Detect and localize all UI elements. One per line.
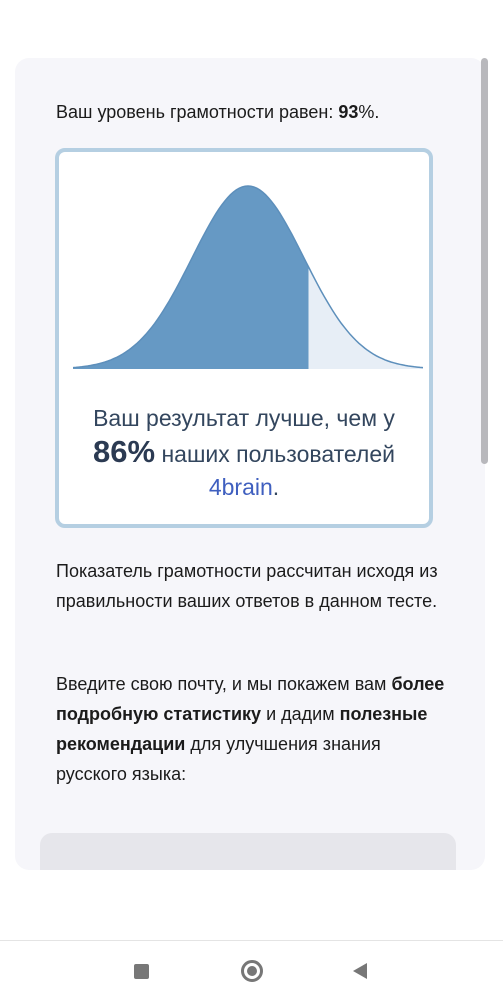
info-paragraph: Показатель грамотности рассчитан исходя … [56, 561, 438, 611]
level-suffix: %. [358, 102, 380, 122]
result-box: Ваш результат лучше, чем у 86% наших пол… [55, 148, 433, 528]
circle-icon [241, 960, 263, 982]
android-nav-bar [0, 940, 503, 1001]
result-line2: наших пользователей [155, 441, 395, 467]
scrollbar[interactable] [481, 58, 488, 464]
square-icon [133, 963, 149, 979]
email-prompt-paragraph: Введите свою почту, и мы покажем вам бол… [56, 669, 456, 789]
triangle-back-icon [353, 963, 367, 979]
back-button[interactable] [346, 957, 374, 985]
brand-link[interactable]: 4brain [209, 474, 273, 500]
home-button[interactable] [238, 957, 266, 985]
literacy-level-text: Ваш уровень грамотности равен: 93%. [56, 100, 379, 124]
recents-button[interactable] [127, 957, 155, 985]
result-card: Ваш уровень грамотности равен: 93%. Ваш … [15, 58, 485, 870]
prompt-part1: Введите свою почту, и мы покажем вам [56, 674, 392, 694]
level-value: 93 [338, 102, 359, 122]
distribution-curve [73, 185, 423, 369]
result-statement: Ваш результат лучше, чем у 86% наших пол… [59, 402, 429, 504]
result-percent: 86% [93, 434, 156, 469]
curve-tail-area [308, 266, 423, 369]
prompt-part2: и дадим [261, 704, 340, 724]
result-line1: Ваш результат лучше, чем у [93, 405, 395, 431]
email-input[interactable] [40, 833, 456, 870]
level-prefix: Ваш уровень грамотности равен: [56, 102, 339, 122]
result-end: . [272, 474, 280, 500]
curve-filled-area [73, 186, 309, 369]
